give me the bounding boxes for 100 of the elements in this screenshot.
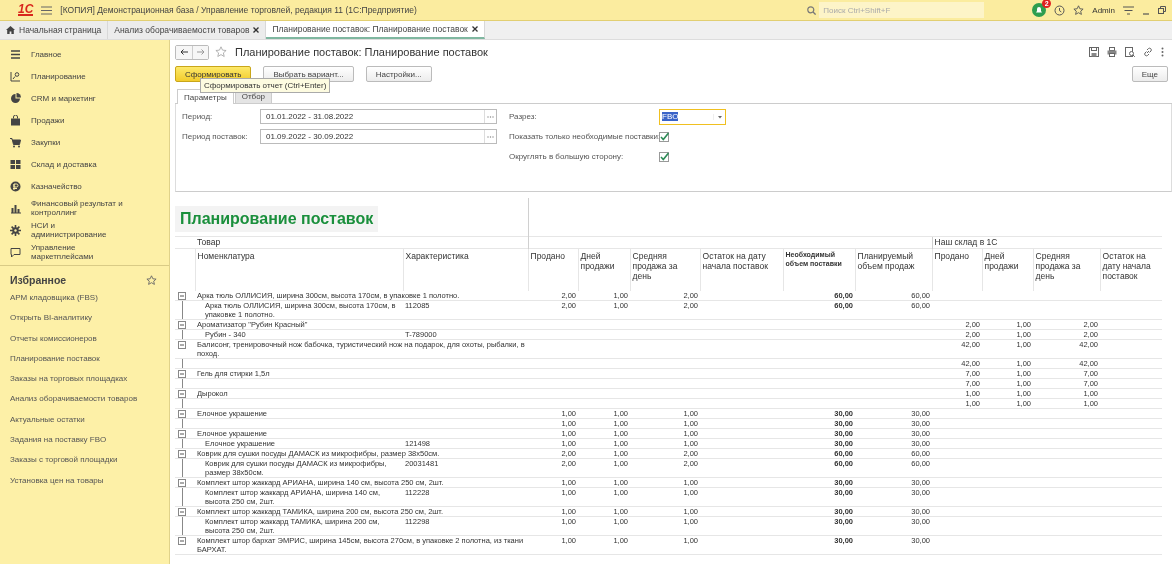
checkbox-label: Показать только необходимые поставки: <box>509 132 659 141</box>
forward-button[interactable] <box>192 45 208 59</box>
more-icon[interactable] <box>1161 47 1164 57</box>
app-logo: 1С <box>18 4 34 16</box>
column-group-header: Товар <box>195 236 529 249</box>
window-tab[interactable]: Анализ оборачиваемости товаров <box>108 21 267 39</box>
ellipsis-icon[interactable] <box>487 115 494 118</box>
checkbox[interactable] <box>659 151 669 162</box>
favorite-link[interactable]: Заказы на торговых площадках <box>0 369 169 390</box>
report-title: Планирование поставок <box>175 206 379 232</box>
star-icon[interactable] <box>1073 4 1085 16</box>
column-header: Остаток на дату начала поставок <box>700 248 784 291</box>
bell-icon[interactable] <box>1032 3 1047 17</box>
collapse-icon[interactable] <box>178 321 186 329</box>
collapse-icon[interactable] <box>178 410 186 418</box>
favorite-link[interactable]: Установка цен на товары <box>0 470 169 491</box>
collapse-icon[interactable] <box>178 479 186 487</box>
arrow-right-icon <box>196 49 205 55</box>
form-title: Планирование поставок: Планирование поставок <box>235 46 489 58</box>
grid-icon <box>10 158 21 170</box>
history-icon[interactable] <box>1054 4 1066 16</box>
collapse-icon[interactable] <box>178 430 186 438</box>
settings-icon[interactable] <box>1123 5 1134 15</box>
favorite-link[interactable]: Заказы с торговой площадки <box>0 450 169 471</box>
checkbox[interactable] <box>659 131 669 142</box>
column-header: Характеристика <box>403 248 529 291</box>
field-label: Период: <box>182 112 214 121</box>
sidebar-section[interactable]: Казначейство <box>0 175 169 197</box>
favorite-link[interactable]: АРМ кладовщика (FBS) <box>0 288 169 309</box>
search-icon <box>807 5 817 15</box>
favorite-link[interactable]: Актуальные остатки <box>0 409 169 431</box>
favorite-link[interactable]: Задания на поставку FBO <box>0 430 169 451</box>
favorite-link[interactable]: Открыть BI-аналитику <box>0 308 169 329</box>
window-title: [КОПИЯ] Демонстрационная база / Управление торговлей, редакция 11 (1С:Предприятие) <box>60 5 418 15</box>
column-header: Номенклатура <box>195 248 403 291</box>
chat-icon <box>10 246 21 258</box>
caret-icon <box>713 113 725 120</box>
star-icon[interactable] <box>215 46 227 58</box>
favorite-link[interactable]: Отчеты комиссионеров <box>0 328 169 349</box>
column-header: Продано <box>932 248 983 291</box>
preview-icon[interactable] <box>1125 47 1135 57</box>
cart-icon <box>10 136 21 148</box>
save-icon[interactable] <box>1089 47 1099 57</box>
favorite-link[interactable]: Планирование поставок <box>0 348 169 370</box>
sidebar-section[interactable]: Продажи <box>0 109 169 131</box>
collapse-icon[interactable] <box>178 450 186 458</box>
sidebar-section[interactable]: Склад и доставка <box>0 153 169 175</box>
tooltip: Сформировать отчет (Ctrl+Enter) <box>200 78 331 93</box>
collapse-icon[interactable] <box>178 508 186 516</box>
close-icon[interactable] <box>253 27 260 33</box>
bar-chart-icon <box>10 202 21 214</box>
home-icon <box>6 26 15 34</box>
pie-chart-icon <box>10 92 21 104</box>
field-label: Разрез: <box>509 112 538 121</box>
favorite-link[interactable]: Анализ оборачиваемости товаров <box>0 389 169 410</box>
coin-icon <box>10 180 21 192</box>
arrow-left-icon <box>180 49 188 55</box>
restore-icon[interactable] <box>1158 6 1166 14</box>
window-tab[interactable]: Начальная страница <box>0 21 109 39</box>
column-header: Остаток на дату начала поставок <box>1100 248 1163 291</box>
sidebar-section[interactable]: Закупки <box>0 131 169 153</box>
ellipsis-icon[interactable] <box>487 135 494 138</box>
print-icon[interactable] <box>1107 47 1117 57</box>
menu-icon <box>10 48 21 60</box>
more-button[interactable]: Еще <box>1131 66 1168 82</box>
column-group-header: Наш склад в 1С <box>932 236 1163 249</box>
collapse-icon[interactable] <box>178 292 186 300</box>
collapse-icon[interactable] <box>178 341 186 349</box>
star-icon[interactable] <box>146 274 157 286</box>
input-field[interactable]: 01.09.2022 - 30.09.2022 <box>260 129 497 144</box>
sidebar-section[interactable]: НСИ и администрирование <box>0 219 169 241</box>
sidebar-section[interactable]: Главное <box>0 43 169 65</box>
gear-icon <box>10 224 21 236</box>
bag-icon <box>10 114 21 126</box>
menu-icon[interactable] <box>41 5 53 15</box>
dropdown-field[interactable]: FBO <box>659 108 726 125</box>
column-header: Дней продажи <box>982 248 1034 291</box>
column-header: Средняя продажа за день <box>630 248 701 291</box>
favorites-title: Избранное <box>10 274 67 286</box>
column-header: Продано <box>528 248 579 291</box>
close-icon[interactable] <box>471 26 478 32</box>
search-field[interactable]: Поиск Ctrl+Shift+F <box>819 2 985 18</box>
input-field[interactable]: 01.01.2022 - 31.08.2022 <box>260 109 497 124</box>
back-button[interactable] <box>176 45 192 59</box>
user-name[interactable]: Admin <box>1092 5 1115 15</box>
link-icon[interactable] <box>1143 47 1153 57</box>
sidebar-section[interactable]: Управление маркетплейсами <box>0 241 169 263</box>
chart-icon <box>10 70 21 82</box>
column-header: Дней продажи <box>578 248 631 291</box>
collapse-icon[interactable] <box>178 370 186 378</box>
checkbox-label: Округлять в большую сторону: <box>509 152 625 161</box>
sidebar-section[interactable]: CRM и маркетинг <box>0 87 169 109</box>
toolbar-button[interactable]: Настройки... <box>365 66 432 82</box>
sidebar-section[interactable]: Планирование <box>0 65 169 87</box>
column-header: Средняя продажа за день <box>1033 248 1101 291</box>
collapse-icon[interactable] <box>178 390 186 398</box>
window-tab[interactable]: Планирование поставок: Планирование поставок <box>266 21 485 39</box>
sidebar-section[interactable]: Финансовый результат и контроллинг <box>0 197 169 219</box>
collapse-icon[interactable] <box>178 537 186 545</box>
column-header: Планируемый объем продаж <box>855 248 933 291</box>
